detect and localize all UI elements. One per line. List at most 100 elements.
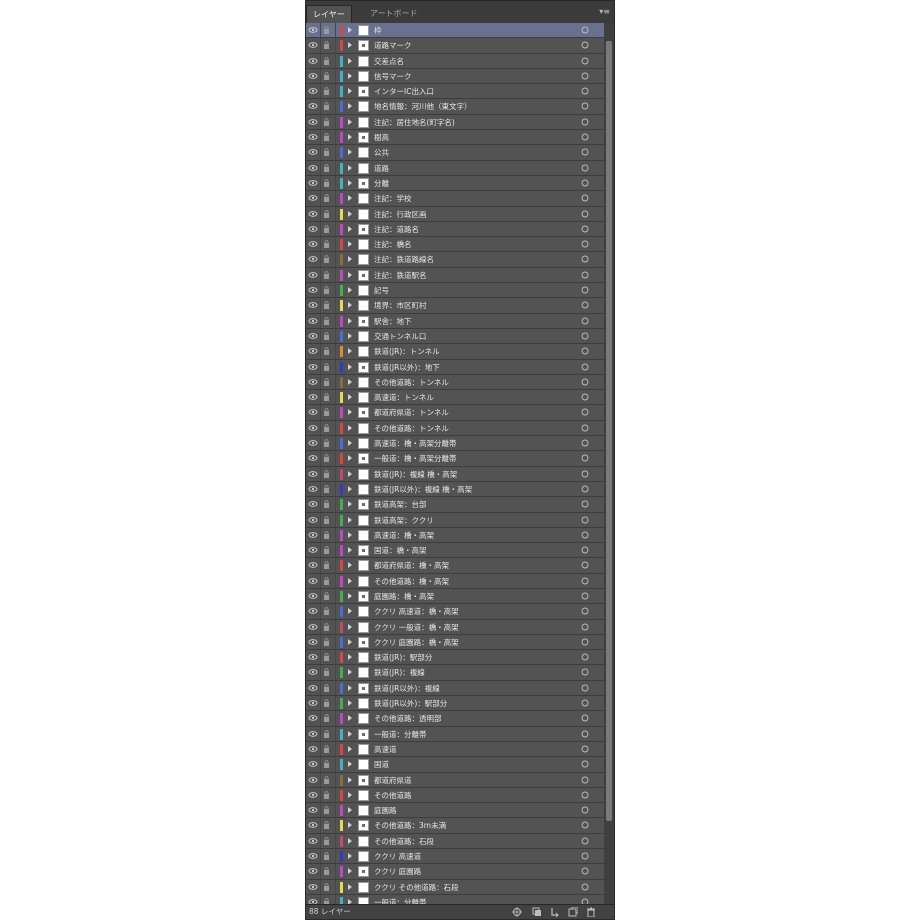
layer-name[interactable]: 鉄道(JR)：複線 橋・高架 xyxy=(374,467,457,482)
target-circle-icon[interactable] xyxy=(580,130,590,144)
lock-icon[interactable] xyxy=(322,161,331,175)
expand-triangle-icon[interactable] xyxy=(346,757,354,771)
visibility-eye-icon[interactable] xyxy=(308,268,318,282)
visibility-eye-icon[interactable] xyxy=(308,344,318,358)
layer-row[interactable]: ククリ 高速道 xyxy=(306,849,604,865)
layer-name[interactable]: 公共 xyxy=(374,145,389,160)
target-circle-icon[interactable] xyxy=(580,574,590,588)
target-circle-icon[interactable] xyxy=(580,467,590,481)
tab-layers[interactable]: レイヤー xyxy=(306,5,352,23)
layer-row[interactable]: 注記：鉄道路線名 xyxy=(306,252,604,268)
target-circle-icon[interactable] xyxy=(580,482,590,496)
target-circle-icon[interactable] xyxy=(580,176,590,190)
lock-icon[interactable] xyxy=(322,405,331,419)
expand-triangle-icon[interactable] xyxy=(346,528,354,542)
layer-name[interactable]: 信号マーク xyxy=(374,69,412,84)
expand-triangle-icon[interactable] xyxy=(346,390,354,404)
expand-triangle-icon[interactable] xyxy=(346,375,354,389)
visibility-eye-icon[interactable] xyxy=(308,528,318,542)
layer-row[interactable]: ククリ 庭園路 xyxy=(306,864,604,880)
expand-triangle-icon[interactable] xyxy=(346,451,354,465)
layer-row[interactable]: 国道：橋・高架 xyxy=(306,543,604,559)
scrollbar[interactable] xyxy=(604,23,614,906)
lock-icon[interactable] xyxy=(322,742,331,756)
layer-row[interactable]: 地名情報：河川他（東文字） xyxy=(306,99,604,115)
scrollbar-thumb[interactable] xyxy=(606,41,612,821)
visibility-eye-icon[interactable] xyxy=(308,54,318,68)
layer-row[interactable]: 注記：行政区画 xyxy=(306,206,604,222)
visibility-eye-icon[interactable] xyxy=(308,665,318,679)
visibility-eye-icon[interactable] xyxy=(308,23,318,37)
layer-name[interactable]: 庭園路 xyxy=(374,803,397,818)
target-circle-icon[interactable] xyxy=(580,99,590,113)
lock-icon[interactable] xyxy=(322,589,331,603)
target-circle-icon[interactable] xyxy=(580,773,590,787)
target-circle-icon[interactable] xyxy=(580,145,590,159)
visibility-eye-icon[interactable] xyxy=(308,360,318,374)
expand-triangle-icon[interactable] xyxy=(346,880,354,894)
lock-icon[interactable] xyxy=(322,803,331,817)
lock-icon[interactable] xyxy=(322,773,331,787)
layer-row[interactable]: ククリ 庭園路：橋・高架 xyxy=(306,634,604,651)
layer-name[interactable]: その他道路：トンネル xyxy=(374,421,449,436)
target-circle-icon[interactable] xyxy=(580,558,590,572)
visibility-eye-icon[interactable] xyxy=(308,69,318,83)
tab-artboards[interactable]: アートボード xyxy=(364,5,424,23)
visibility-eye-icon[interactable] xyxy=(308,543,318,557)
target-circle-icon[interactable] xyxy=(580,314,590,328)
visibility-eye-icon[interactable] xyxy=(308,451,318,465)
expand-triangle-icon[interactable] xyxy=(346,620,354,634)
expand-triangle-icon[interactable] xyxy=(346,23,354,37)
layer-name[interactable]: 注記：行政区画 xyxy=(374,207,427,222)
layer-row[interactable]: 庭園路 xyxy=(306,803,604,819)
layer-row[interactable]: その他道路 xyxy=(306,787,604,804)
visibility-eye-icon[interactable] xyxy=(308,145,318,159)
layer-name[interactable]: 分離 xyxy=(374,176,389,191)
visibility-eye-icon[interactable] xyxy=(308,84,318,98)
layer-name[interactable]: 鉄道高架：台部 xyxy=(374,497,427,512)
visibility-eye-icon[interactable] xyxy=(308,436,318,450)
layer-row[interactable]: 公共 xyxy=(306,145,604,161)
target-circle-icon[interactable] xyxy=(580,803,590,817)
target-circle-icon[interactable] xyxy=(580,360,590,374)
layer-row[interactable]: ククリ 一般道：橋・高架 xyxy=(306,619,604,635)
layer-name[interactable]: 一般道：橋・高架分離帯 xyxy=(374,451,457,466)
expand-triangle-icon[interactable] xyxy=(346,773,354,787)
visibility-eye-icon[interactable] xyxy=(308,834,318,848)
expand-triangle-icon[interactable] xyxy=(346,467,354,481)
lock-icon[interactable] xyxy=(322,818,331,832)
lock-icon[interactable] xyxy=(322,711,331,725)
make-clipping-mask-icon[interactable] xyxy=(532,907,542,917)
visibility-eye-icon[interactable] xyxy=(308,283,318,297)
expand-triangle-icon[interactable] xyxy=(346,191,354,205)
expand-triangle-icon[interactable] xyxy=(346,405,354,419)
lock-icon[interactable] xyxy=(322,222,331,236)
target-circle-icon[interactable] xyxy=(580,528,590,542)
layer-name[interactable]: ククリ その他道路：石段 xyxy=(374,880,459,895)
target-circle-icon[interactable] xyxy=(580,298,590,312)
target-circle-icon[interactable] xyxy=(580,390,590,404)
layer-name[interactable]: ククリ 庭園路：橋・高架 xyxy=(374,635,459,650)
layer-name[interactable]: 鉄道高架：ククリ xyxy=(374,513,434,528)
target-circle-icon[interactable] xyxy=(580,696,590,710)
expand-triangle-icon[interactable] xyxy=(346,69,354,83)
layer-name[interactable]: その他道路：透明部 xyxy=(374,711,442,726)
layer-name[interactable]: ククリ 一般道：橋・高架 xyxy=(374,620,459,635)
layer-name[interactable]: 高速道 xyxy=(374,742,397,757)
visibility-eye-icon[interactable] xyxy=(308,650,318,664)
visibility-eye-icon[interactable] xyxy=(308,390,318,404)
visibility-eye-icon[interactable] xyxy=(308,803,318,817)
target-circle-icon[interactable] xyxy=(580,54,590,68)
lock-icon[interactable] xyxy=(322,727,331,741)
layer-row[interactable]: 高速道：橋・高架 xyxy=(306,527,604,544)
target-circle-icon[interactable] xyxy=(580,543,590,557)
lock-icon[interactable] xyxy=(322,635,331,649)
lock-icon[interactable] xyxy=(322,864,331,878)
expand-triangle-icon[interactable] xyxy=(346,788,354,802)
layer-row[interactable]: 駅舎：地下 xyxy=(306,313,604,329)
expand-triangle-icon[interactable] xyxy=(346,421,354,435)
lock-icon[interactable] xyxy=(322,207,331,221)
expand-triangle-icon[interactable] xyxy=(346,252,354,266)
expand-triangle-icon[interactable] xyxy=(346,665,354,679)
layer-row[interactable]: 道路 xyxy=(306,160,604,176)
